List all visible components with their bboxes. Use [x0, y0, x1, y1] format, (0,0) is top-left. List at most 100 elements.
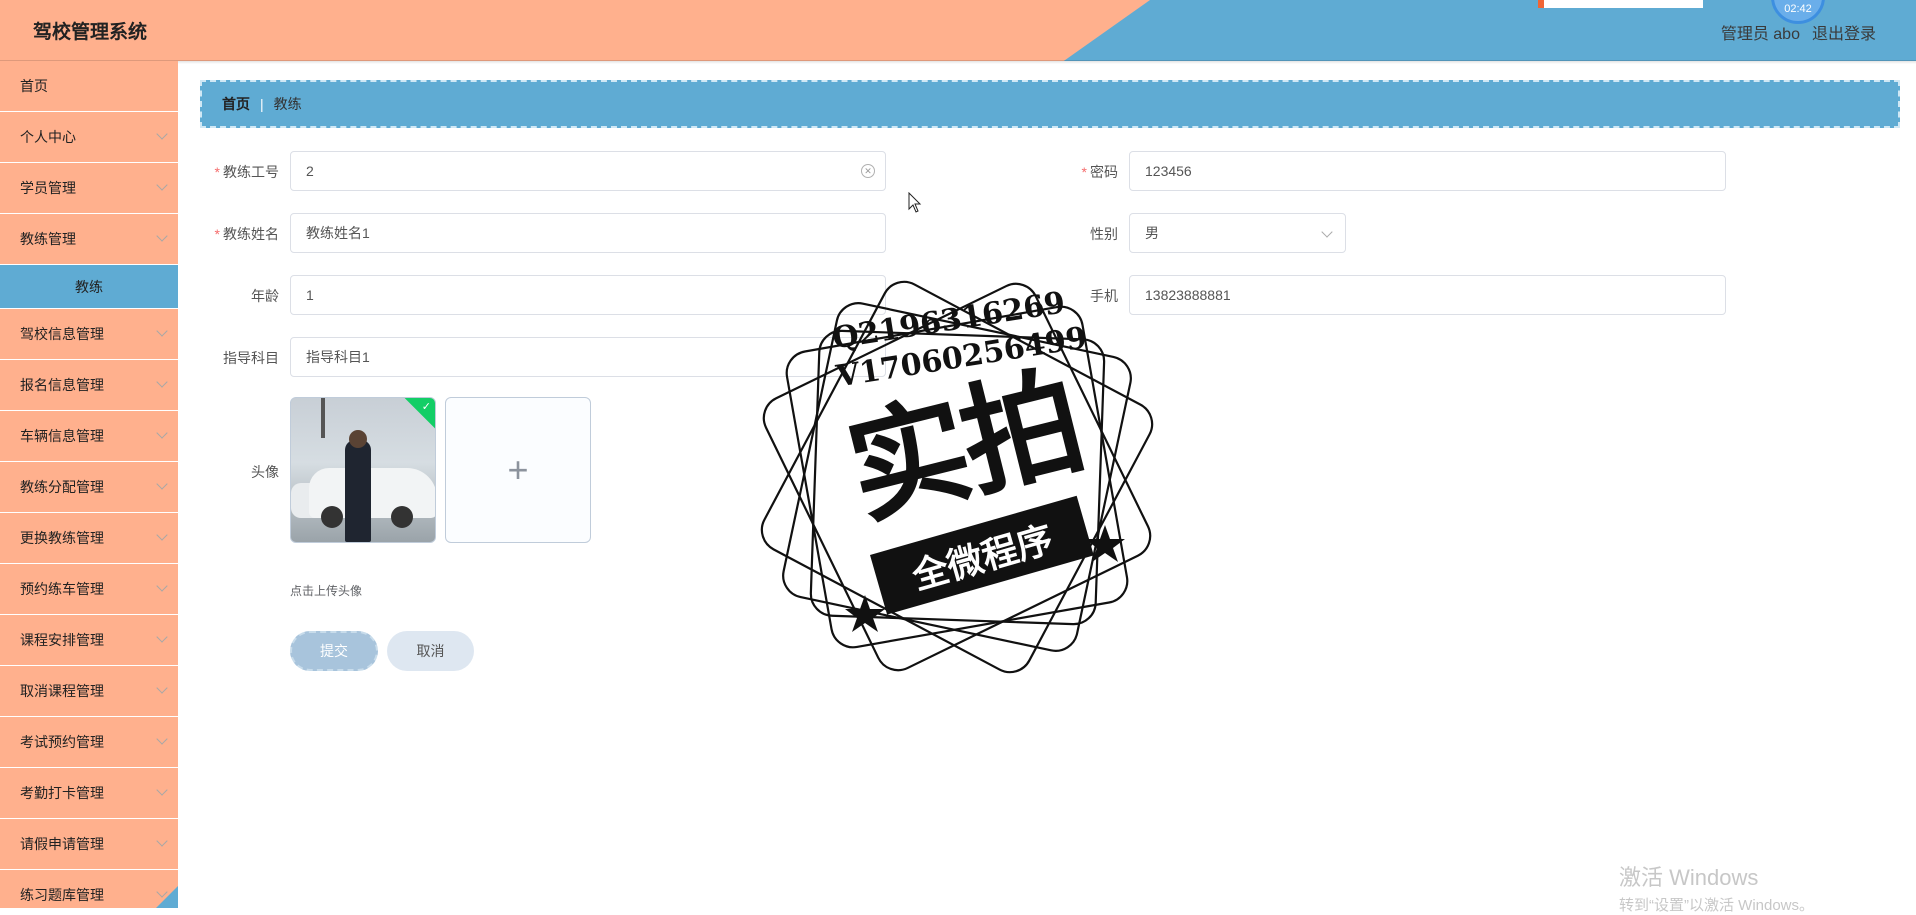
sidebar-item-label: 考勤打卡管理 [20, 785, 104, 801]
chevron-down-icon [156, 529, 168, 541]
sidebar-item[interactable]: 课程安排管理 [0, 615, 178, 666]
coach-name-label-text: 教练姓名 [223, 226, 279, 242]
sidebar-item[interactable]: 学员管理 [0, 163, 178, 214]
required-mark: * [1081, 164, 1087, 180]
sidebar-item[interactable]: 教练管理 [0, 214, 178, 265]
phone-input[interactable]: 13823888881 [1129, 275, 1726, 315]
check-icon: ✓ [421, 401, 431, 413]
header-background-peach [0, 0, 1150, 61]
sidebar-item-label: 首页 [20, 78, 48, 94]
sidebar-item-label: 教练管理 [20, 231, 76, 247]
sidebar-item-label: 课程安排管理 [20, 632, 104, 648]
password-label-text: 密码 [1090, 164, 1118, 180]
upload-success-badge [403, 398, 435, 430]
age-label-text: 年龄 [251, 288, 279, 304]
breadcrumb: 首页 | 教练 [200, 80, 1900, 128]
sidebar-item-label: 报名信息管理 [20, 377, 104, 393]
cancel-button[interactable]: 取消 [387, 631, 474, 671]
sidebar-item[interactable]: 教练 [0, 265, 178, 309]
sidebar-item-label: 教练分配管理 [20, 479, 104, 495]
avatar-label-text: 头像 [251, 464, 279, 480]
coach-id-label: * 教练工号 [199, 162, 279, 182]
sidebar-item[interactable]: 练习题库管理 [0, 870, 178, 908]
app-title: 驾校管理系统 [33, 22, 148, 43]
chevron-down-icon [156, 733, 168, 745]
coach-name-value: 教练姓名1 [306, 225, 370, 241]
clock-time: 02:42 [1784, 3, 1812, 15]
mouse-cursor-icon [908, 192, 922, 213]
coach-id-label-text: 教练工号 [223, 164, 279, 180]
chevron-down-icon [156, 580, 168, 592]
user-label: 管理员 abo [1720, 26, 1800, 43]
activate-subtitle: 转到“设置”以激活 Windows。 [1619, 897, 1815, 914]
coach-id-input[interactable]: 2 ✕ [290, 151, 886, 191]
tray-image [1538, 0, 1703, 8]
chevron-down-icon [156, 682, 168, 694]
photo-wheel [391, 506, 413, 528]
photo-wheel [321, 506, 343, 528]
clear-icon[interactable]: ✕ [861, 164, 875, 178]
sidebar-item[interactable]: 首页 [0, 61, 178, 112]
sidebar-item-label: 学员管理 [20, 180, 76, 196]
sidebar-item[interactable]: 预约练车管理 [0, 564, 178, 615]
chevron-down-icon [156, 784, 168, 796]
password-input[interactable]: 123456 [1129, 151, 1726, 191]
photo-head [349, 430, 367, 448]
logout-link[interactable]: 退出登录 [1812, 20, 1876, 44]
sidebar-item[interactable]: 考勤打卡管理 [0, 768, 178, 819]
sidebar-item[interactable]: 取消课程管理 [0, 666, 178, 717]
required-mark: * [214, 226, 220, 242]
coach-name-input[interactable]: 教练姓名1 [290, 213, 886, 253]
required-mark: * [214, 164, 220, 180]
sidebar-item[interactable]: 教练分配管理 [0, 462, 178, 513]
chevron-down-icon [156, 179, 168, 191]
photo-pole [321, 398, 325, 438]
sidebar-item-label: 车辆信息管理 [20, 428, 104, 444]
sidebar-item[interactable]: 考试预约管理 [0, 717, 178, 768]
breadcrumb-home[interactable]: 首页 [222, 94, 250, 114]
photo-person [345, 440, 371, 542]
coach-name-label: * 教练姓名 [199, 224, 279, 244]
chevron-down-icon [156, 631, 168, 643]
chevron-down-icon [1321, 226, 1333, 238]
password-value: 123456 [1145, 163, 1192, 179]
gender-value: 男 [1145, 225, 1159, 241]
gender-label: 性别 [1038, 224, 1118, 244]
sidebar-item[interactable]: 请假申请管理 [0, 819, 178, 870]
sidebar-item-label: 驾校信息管理 [20, 326, 104, 342]
sidebar: 首页个人中心学员管理教练管理教练驾校信息管理 报名信息管理 车辆信息管理 教练分配管理… [0, 61, 178, 908]
chevron-down-icon [156, 325, 168, 337]
chevron-down-icon [156, 427, 168, 439]
sidebar-item[interactable]: 个人中心 [0, 112, 178, 163]
avatar-preview[interactable]: ✓ [290, 397, 436, 543]
gender-select[interactable]: 男 [1129, 213, 1346, 253]
user-area: 管理员 abo 退出登录 [1721, 20, 1876, 44]
age-label: 年龄 [199, 286, 279, 306]
sidebar-item-label: 请假申请管理 [20, 836, 104, 852]
sidebar-item-label: 个人中心 [20, 129, 76, 145]
subject-label: 指导科目 [199, 348, 279, 368]
sidebar-item-label: 预约练车管理 [20, 581, 104, 597]
header-shadow [0, 60, 1916, 64]
sidebar-item[interactable]: 报名信息管理 [0, 360, 178, 411]
sidebar-item-label: 更换教练管理 [20, 530, 104, 546]
chevron-down-icon [156, 230, 168, 242]
sidebar-item-label: 考试预约管理 [20, 734, 104, 750]
upload-tip: 点击上传头像 [290, 584, 363, 598]
chevron-down-icon [156, 478, 168, 490]
sidebar-item[interactable]: 更换教练管理 [0, 513, 178, 564]
windows-activation-notice: 激活 Windows 转到“设置”以激活 Windows。 [1619, 860, 1814, 915]
subject-label-text: 指导科目 [223, 350, 279, 366]
sidebar-item[interactable]: 车辆信息管理 [0, 411, 178, 462]
coach-id-value: 2 [306, 163, 314, 179]
chevron-down-icon [156, 376, 168, 388]
sidebar-item-label: 取消课程管理 [20, 683, 104, 699]
top-header: 驾校管理系统 02:42 管理员 abo 退出登录 [0, 0, 1916, 61]
avatar-label: 头像 [199, 462, 279, 482]
age-value: 1 [306, 287, 314, 303]
sidebar-item-label: 练习题库管理 [20, 887, 104, 903]
submit-button[interactable]: 提交 [290, 631, 378, 671]
upload-add-button[interactable]: + [445, 397, 591, 543]
sidebar-item[interactable]: 驾校信息管理 [0, 309, 178, 360]
breadcrumb-current: 教练 [273, 96, 302, 112]
